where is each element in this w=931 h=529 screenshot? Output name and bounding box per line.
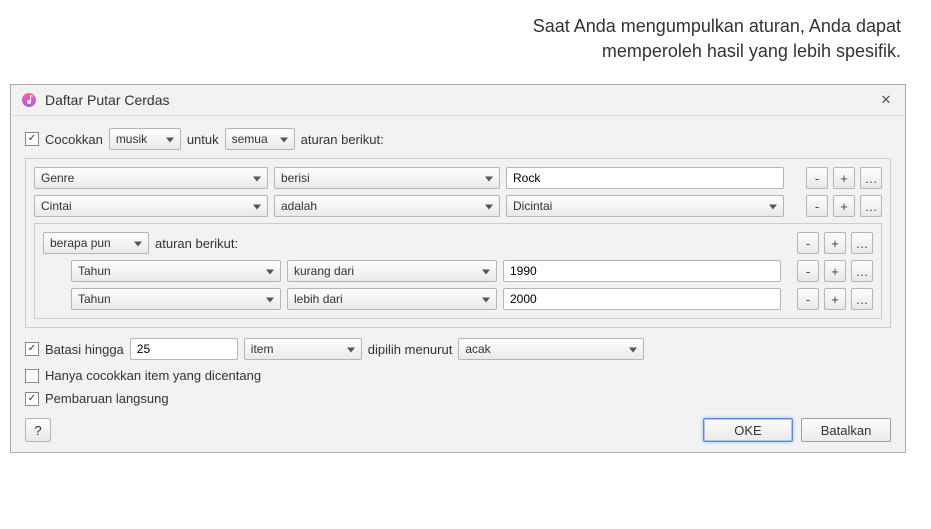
dialog-footer: ? OKE Batalkan <box>25 418 891 442</box>
add-rule-button[interactable]: + <box>824 260 846 282</box>
rules-container: Genre berisi - + … Cintai adalah Dicinta… <box>25 158 891 328</box>
live-update-label: Pembaruan langsung <box>45 391 169 406</box>
match-suffix: aturan berikut: <box>301 132 384 147</box>
nest-rule-button[interactable]: … <box>860 195 882 217</box>
rule-row: Cintai adalah Dicintai - + … <box>34 195 882 217</box>
smart-playlist-dialog: Daftar Putar Cerdas ✕ ✓ Cocokkan musik u… <box>10 84 906 453</box>
media-type-select[interactable]: musik <box>109 128 181 150</box>
nested-mode-select[interactable]: berapa pun <box>43 232 149 254</box>
rule-value-input[interactable] <box>506 167 784 189</box>
live-update-row: ✓ Pembaruan langsung <box>25 391 891 406</box>
nest-rule-button[interactable]: … <box>851 232 873 254</box>
dialog-body: ✓ Cocokkan musik untuk semua aturan beri… <box>11 116 905 452</box>
rule-op-select[interactable]: lebih dari <box>287 288 497 310</box>
match-row: ✓ Cocokkan musik untuk semua aturan beri… <box>25 128 891 150</box>
annotation-caption: Saat Anda mengumpulkan aturan, Anda dapa… <box>0 0 931 74</box>
rule-value-input[interactable] <box>503 260 781 282</box>
rule-field-select[interactable]: Tahun <box>71 260 281 282</box>
close-icon: ✕ <box>881 92 892 108</box>
match-checkbox[interactable]: ✓ <box>25 132 39 146</box>
only-checked-checkbox[interactable] <box>25 369 39 383</box>
live-update-checkbox[interactable]: ✓ <box>25 392 39 406</box>
caption-line2: memperoleh hasil yang lebih spesifik. <box>602 41 901 61</box>
limit-by-label: dipilih menurut <box>368 342 453 357</box>
limit-value-input[interactable] <box>130 338 238 360</box>
add-rule-button[interactable]: + <box>824 232 846 254</box>
check-icon: ✓ <box>28 344 36 354</box>
rule-value-select[interactable]: Dicintai <box>506 195 784 217</box>
rule-row: Genre berisi - + … <box>34 167 882 189</box>
titlebar: Daftar Putar Cerdas ✕ <box>11 85 905 116</box>
remove-rule-button[interactable]: - <box>797 288 819 310</box>
caption-line1: Saat Anda mengumpulkan aturan, Anda dapa… <box>533 16 901 36</box>
rule-op-select[interactable]: berisi <box>274 167 500 189</box>
nest-rule-button[interactable]: … <box>860 167 882 189</box>
help-button[interactable]: ? <box>25 418 51 442</box>
nested-header-row: berapa pun aturan berikut: - + … <box>43 232 873 254</box>
limit-label: Batasi hingga <box>45 342 124 357</box>
match-label: Cocokkan <box>45 132 103 147</box>
rule-value-input[interactable] <box>503 288 781 310</box>
music-app-icon <box>21 92 37 108</box>
nested-suffix: aturan berikut: <box>155 236 238 251</box>
nested-rule-group: berapa pun aturan berikut: - + … Tahun k… <box>34 223 882 319</box>
remove-rule-button[interactable]: - <box>806 195 828 217</box>
close-button[interactable]: ✕ <box>877 91 895 109</box>
limit-row: ✓ Batasi hingga item dipilih menurut aca… <box>25 338 891 360</box>
check-icon: ✓ <box>28 134 36 144</box>
rule-row: Tahun kurang dari - + … <box>43 260 873 282</box>
add-rule-button[interactable]: + <box>833 195 855 217</box>
only-checked-row: Hanya cocokkan item yang dicentang <box>25 368 891 383</box>
check-icon: ✓ <box>28 394 36 404</box>
ok-button[interactable]: OKE <box>703 418 793 442</box>
limit-checkbox[interactable]: ✓ <box>25 342 39 356</box>
allany-select[interactable]: semua <box>225 128 295 150</box>
cancel-button[interactable]: Batalkan <box>801 418 891 442</box>
limit-by-select[interactable]: acak <box>458 338 644 360</box>
nest-rule-button[interactable]: … <box>851 288 873 310</box>
add-rule-button[interactable]: + <box>824 288 846 310</box>
rule-row: Tahun lebih dari - + … <box>43 288 873 310</box>
add-rule-button[interactable]: + <box>833 167 855 189</box>
remove-rule-button[interactable]: - <box>797 260 819 282</box>
limit-unit-select[interactable]: item <box>244 338 362 360</box>
rule-field-select[interactable]: Cintai <box>34 195 268 217</box>
window-title: Daftar Putar Cerdas <box>45 92 877 108</box>
nest-rule-button[interactable]: … <box>851 260 873 282</box>
for-label: untuk <box>187 132 219 147</box>
remove-rule-button[interactable]: - <box>797 232 819 254</box>
rule-field-select[interactable]: Genre <box>34 167 268 189</box>
only-checked-label: Hanya cocokkan item yang dicentang <box>45 368 261 383</box>
remove-rule-button[interactable]: - <box>806 167 828 189</box>
rule-op-select[interactable]: adalah <box>274 195 500 217</box>
rule-op-select[interactable]: kurang dari <box>287 260 497 282</box>
rule-field-select[interactable]: Tahun <box>71 288 281 310</box>
